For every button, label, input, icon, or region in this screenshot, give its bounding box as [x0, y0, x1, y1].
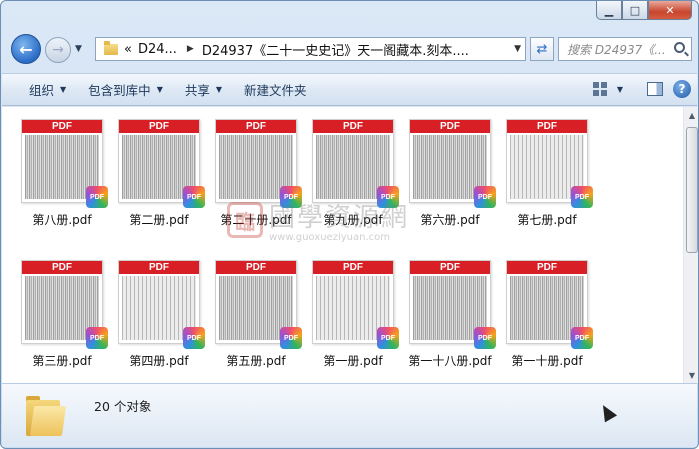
pdf-app-icon: PDF [280, 186, 302, 208]
item-count: 20 个对象 [94, 399, 152, 414]
file-name: 第一册.pdf [323, 354, 383, 368]
file-item[interactable]: PDF PDF 第三册.pdf [14, 260, 110, 369]
search-box[interactable]: 搜索 D24937《... [558, 37, 692, 61]
chevron-right-icon[interactable]: ▶ [187, 44, 194, 54]
file-item[interactable]: PDF PDF 第六册.pdf [402, 119, 498, 228]
breadcrumb-current[interactable]: D24937《二十一史史记》天一阁藏本.刻本.... [202, 40, 469, 59]
pdf-app-icon: PDF [86, 186, 108, 208]
file-name: 第二册.pdf [129, 213, 189, 227]
pdf-app-icon: PDF [571, 186, 593, 208]
file-item[interactable]: PDF PDF 第一十八册.pdf [402, 260, 498, 369]
arrow-right-icon: → [52, 42, 64, 58]
scrollbar-thumb[interactable] [686, 127, 698, 253]
share-menu[interactable]: 共享 ▼ [174, 74, 233, 105]
address-dropdown-button[interactable]: ▼ [514, 44, 521, 54]
pdf-app-icon: PDF [474, 186, 496, 208]
forward-button[interactable]: → [45, 37, 71, 63]
mouse-cursor-icon [596, 401, 618, 423]
arrow-left-icon: ← [19, 39, 33, 59]
file-name: 第一十册.pdf [511, 354, 583, 368]
scroll-up-icon[interactable]: ▲ [684, 107, 698, 123]
file-item[interactable]: PDF PDF 第九册.pdf [305, 119, 401, 228]
pdf-app-icon: PDF [377, 186, 399, 208]
navigation-bar: ← → ▼ « D24... ▶ D24937《二十一史史记》天一阁藏本.刻本.… [9, 34, 692, 64]
pdf-thumbnail: PDF PDF [409, 260, 496, 349]
minimize-button[interactable]: ▁ [596, 1, 622, 20]
chevron-down-icon: ▼ [156, 85, 163, 94]
pdf-app-icon: PDF [183, 186, 205, 208]
back-button[interactable]: ← [11, 34, 41, 64]
breadcrumb-overflow[interactable]: « [124, 42, 132, 57]
new-folder-label: 新建文件夹 [244, 83, 307, 98]
search-input[interactable]: 搜索 D24937《... [567, 41, 667, 58]
file-item[interactable]: PDF PDF 第一册.pdf [305, 260, 401, 369]
view-options-icon[interactable] [592, 82, 607, 96]
pdf-thumbnail: PDF PDF [312, 260, 399, 349]
organize-label: 组织 [29, 83, 55, 98]
vertical-scrollbar[interactable]: ▲ ▼ [683, 107, 698, 383]
pdf-thumbnail: PDF PDF [215, 119, 302, 208]
new-folder-button[interactable]: 新建文件夹 [233, 74, 318, 105]
view-controls: ▼ ? [592, 80, 691, 98]
pdf-thumbnail: PDF PDF [118, 119, 205, 208]
address-bar[interactable]: « D24... ▶ D24937《二十一史史记》天一阁藏本.刻本.... ▼ [95, 37, 526, 61]
caption-buttons: ▁ □ ✕ [596, 1, 692, 20]
file-name: 第七册.pdf [517, 213, 577, 227]
chevron-down-icon: ▼ [60, 85, 67, 94]
search-icon[interactable] [674, 42, 685, 53]
file-name: 第一十八册.pdf [408, 354, 492, 368]
help-icon[interactable]: ? [673, 80, 691, 98]
maximize-button[interactable]: □ [622, 1, 648, 20]
organize-menu[interactable]: 组织 ▼ [18, 74, 77, 105]
file-item[interactable]: PDF PDF 第一十册.pdf [499, 260, 595, 369]
file-list[interactable]: PDF PDF 第八册.pdf PDF PDF 第二册.pdf PDF PDF 第二十… [2, 107, 683, 383]
file-item[interactable]: PDF PDF 第七册.pdf [499, 119, 595, 228]
close-button[interactable]: ✕ [648, 1, 692, 20]
pdf-thumbnail: PDF PDF [21, 260, 108, 349]
file-name: 第八册.pdf [32, 213, 92, 227]
file-item[interactable]: PDF PDF 第五册.pdf [208, 260, 304, 369]
pdf-app-icon: PDF [183, 327, 205, 349]
file-name: 第九册.pdf [323, 213, 383, 227]
chevron-down-icon: ▼ [215, 85, 223, 94]
pdf-thumbnail: PDF PDF [506, 119, 593, 208]
pdf-app-icon: PDF [474, 327, 496, 349]
share-label: 共享 [184, 83, 210, 98]
folder-icon [26, 396, 68, 436]
refresh-icon: ⇄ [536, 41, 548, 57]
recent-pages-dropdown[interactable]: ▼ [75, 44, 82, 54]
command-bar: 组织 ▼ 包含到库中 ▼ 共享 ▼ 新建文件夹 ▼ ? [2, 73, 697, 106]
explorer-window: ▁ □ ✕ ← → ▼ « D24... ▶ D24937《二十一史史记》天一阁… [0, 0, 699, 449]
file-name: 第六册.pdf [420, 213, 480, 227]
breadcrumb-item[interactable]: D24... [138, 42, 177, 57]
view-dropdown-icon[interactable]: ▼ [617, 85, 623, 94]
file-item[interactable]: PDF PDF 第四册.pdf [111, 260, 207, 369]
pdf-app-icon: PDF [86, 327, 108, 349]
file-item[interactable]: PDF PDF 第八册.pdf [14, 119, 110, 228]
refresh-button[interactable]: ⇄ [530, 37, 554, 61]
file-name: 第二十册.pdf [220, 213, 292, 227]
pdf-thumbnail: PDF PDF [506, 260, 593, 349]
file-name: 第四册.pdf [129, 354, 189, 368]
pdf-app-icon: PDF [571, 327, 593, 349]
folder-icon [104, 40, 118, 55]
pdf-thumbnail: PDF PDF [312, 119, 399, 208]
pdf-app-icon: PDF [280, 327, 302, 349]
scroll-down-icon[interactable]: ▼ [684, 367, 698, 383]
file-name: 第五册.pdf [226, 354, 286, 368]
details-pane: 20 个对象 [2, 383, 697, 447]
file-item[interactable]: PDF PDF 第二册.pdf [111, 119, 207, 228]
preview-pane-icon[interactable] [647, 82, 663, 96]
file-name: 第三册.pdf [32, 354, 92, 368]
pdf-app-icon: PDF [377, 327, 399, 349]
file-item[interactable]: PDF PDF 第二十册.pdf [208, 119, 304, 228]
include-in-library-menu[interactable]: 包含到库中 ▼ [77, 74, 174, 105]
pdf-thumbnail: PDF PDF [409, 119, 496, 208]
pdf-thumbnail: PDF PDF [118, 260, 205, 349]
pdf-thumbnail: PDF PDF [215, 260, 302, 349]
pdf-thumbnail: PDF PDF [21, 119, 108, 208]
include-library-label: 包含到库中 [88, 83, 151, 98]
